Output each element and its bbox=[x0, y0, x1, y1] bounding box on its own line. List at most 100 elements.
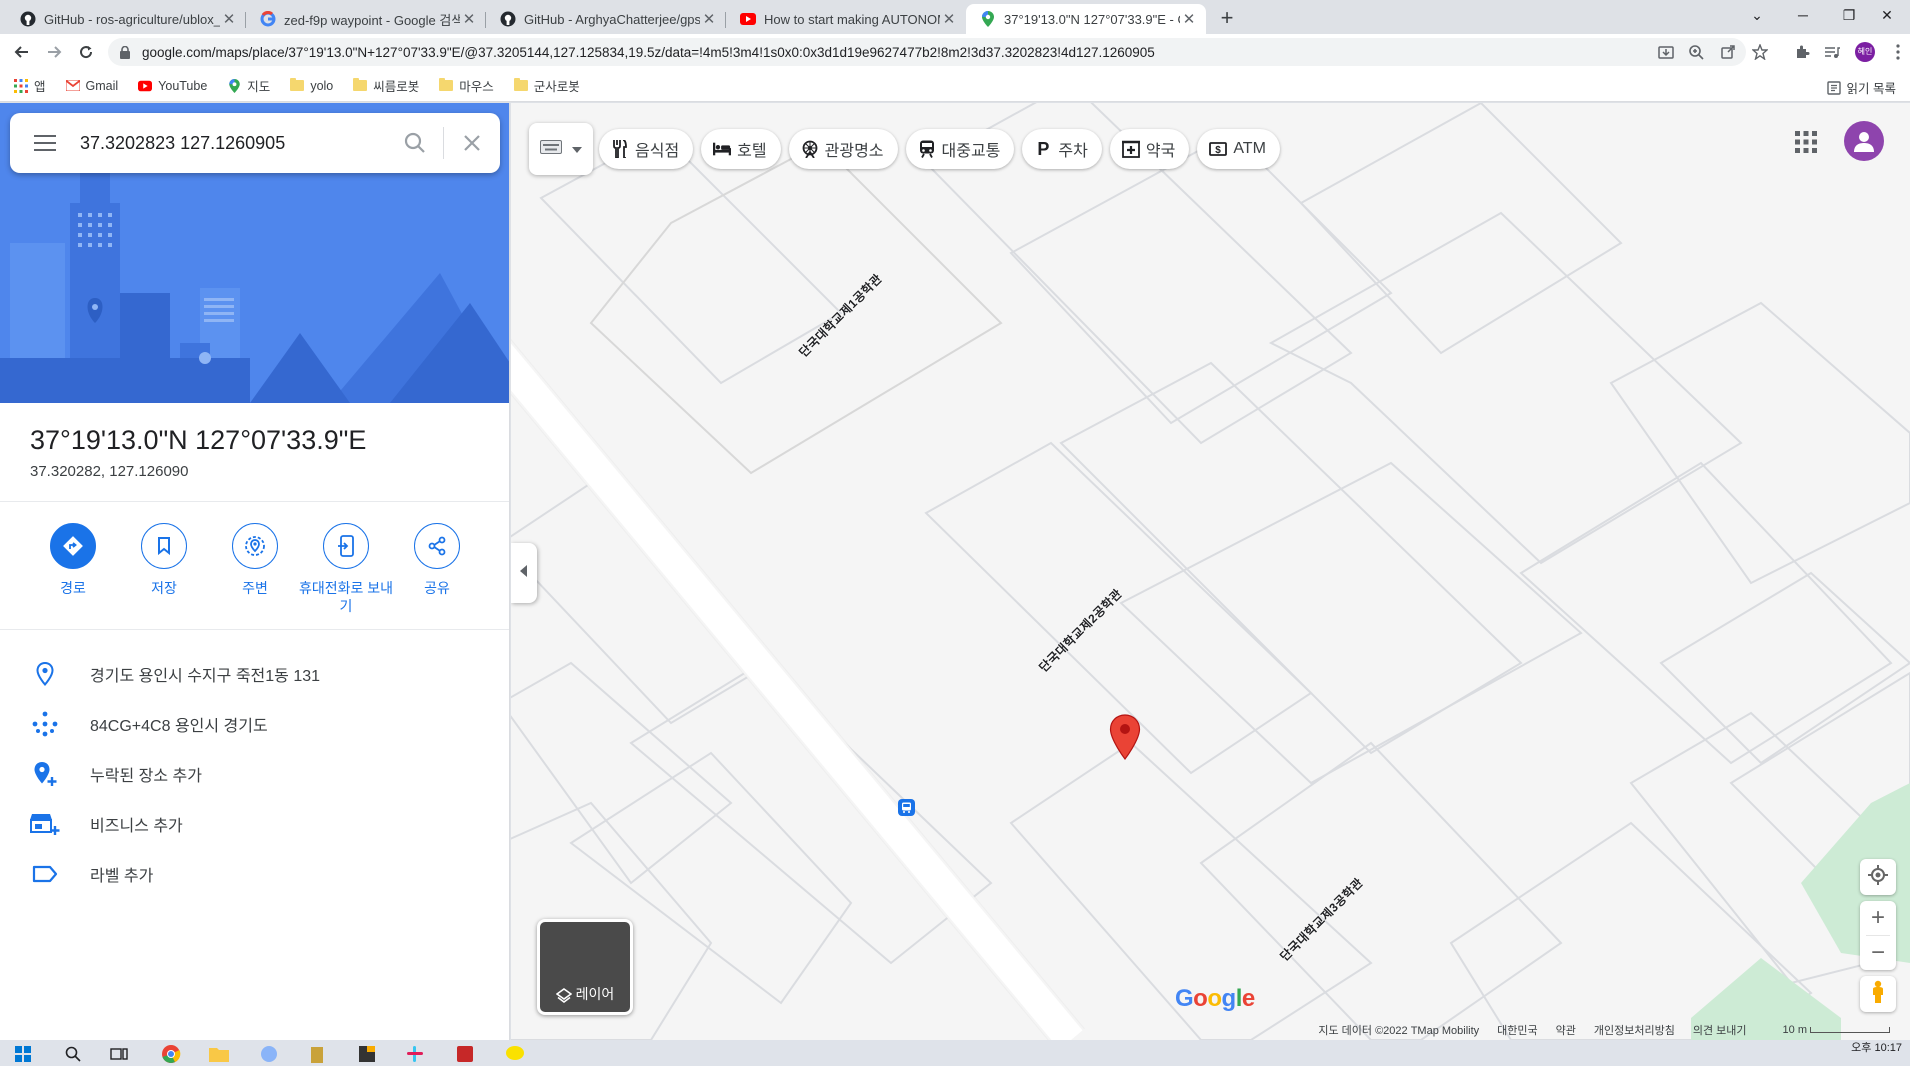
share-button[interactable]: 공유 bbox=[387, 523, 487, 597]
browser-tab-2[interactable]: zed-f9p waypoint - Google 검색 ✕ bbox=[246, 4, 486, 34]
bookmark-folder-mouse[interactable]: 마우스 bbox=[439, 76, 494, 95]
place-sidebar: 37.3202823 127.1260905 37°19'13.0"N 127°… bbox=[0, 103, 510, 1040]
search-taskbar-icon[interactable] bbox=[60, 1042, 86, 1066]
share-page-icon[interactable] bbox=[1718, 42, 1738, 62]
search-box[interactable]: 37.3202823 127.1260905 bbox=[10, 113, 500, 173]
my-location-button[interactable] bbox=[1860, 859, 1896, 895]
tab-title: 37°19'13.0"N 127°07'33.9"E - Go bbox=[1004, 11, 1180, 27]
reading-list-button[interactable]: 읽기 목록 bbox=[1826, 78, 1896, 97]
restaurant-icon bbox=[611, 140, 629, 158]
minimize-button[interactable]: ─ bbox=[1780, 0, 1826, 30]
close-tab-icon[interactable]: ✕ bbox=[940, 10, 958, 28]
label-icon bbox=[0, 865, 90, 883]
chip-pharmacy[interactable]: 약국 bbox=[1109, 129, 1190, 169]
close-tab-icon[interactable]: ✕ bbox=[1180, 10, 1198, 28]
add-business-icon bbox=[0, 812, 90, 836]
chip-parking[interactable]: P 주차 bbox=[1022, 129, 1102, 169]
bookmark-label: yolo bbox=[310, 78, 334, 93]
close-icon[interactable] bbox=[444, 123, 500, 163]
nearby-button[interactable]: 주변 bbox=[205, 523, 305, 597]
send-to-phone-button[interactable]: 휴대전화로 보내기 bbox=[296, 523, 396, 615]
new-tab-button[interactable]: + bbox=[1214, 6, 1240, 32]
browser-tab-3[interactable]: GitHub - ArghyaChatterjee/gps- ✕ bbox=[486, 4, 726, 34]
taskbar-clock[interactable]: 오후 10:17 bbox=[1851, 1042, 1902, 1055]
plus-code-row[interactable]: 84CG+4C8 용인시 경기도 bbox=[0, 699, 509, 749]
action-label: 공유 bbox=[424, 580, 450, 596]
chip-transit[interactable]: 대중교통 bbox=[905, 129, 1015, 169]
chip-hotels[interactable]: 호텔 bbox=[701, 129, 781, 169]
chip-restaurants[interactable]: 음식점 bbox=[599, 129, 694, 169]
kebab-menu-icon[interactable] bbox=[1888, 42, 1908, 62]
reload-button[interactable] bbox=[72, 38, 100, 66]
bookmark-folder-yolo[interactable]: yolo bbox=[290, 78, 334, 93]
terms-link[interactable]: 약관 bbox=[1556, 1022, 1576, 1038]
feedback-link[interactable]: 의견 보내기 bbox=[1693, 1022, 1747, 1038]
address-bar[interactable]: google.com/maps/place/37°19'13.0"N+127°0… bbox=[108, 38, 1746, 66]
bookmark-gmail[interactable]: Gmail bbox=[65, 79, 118, 93]
chip-attractions[interactable]: 관광명소 bbox=[788, 129, 898, 169]
map-canvas[interactable]: 단국대학교제1공학관 단국대학교제2공학관 단국대학교제3공학관 음식점 호텔 … bbox=[511, 103, 1910, 1040]
address-row[interactable]: 경기도 용인시 수지구 죽전1동 131 bbox=[0, 649, 509, 699]
kakaotalk-icon[interactable] bbox=[502, 1042, 528, 1066]
app-icon[interactable] bbox=[354, 1042, 380, 1066]
browser-tab-4[interactable]: How to start making AUTONOMOUS ✕ bbox=[726, 4, 966, 34]
close-tab-icon[interactable]: ✕ bbox=[460, 10, 478, 28]
add-business-row[interactable]: 비즈니스 추가 bbox=[0, 799, 509, 849]
extensions-icon[interactable] bbox=[1792, 42, 1812, 62]
selected-location-pin-icon[interactable] bbox=[1109, 714, 1141, 760]
bookmark-youtube[interactable]: YouTube bbox=[138, 79, 207, 93]
pegman-button[interactable] bbox=[1860, 976, 1896, 1012]
input-tools-button[interactable] bbox=[529, 123, 593, 175]
chip-label: 호텔 bbox=[737, 143, 767, 160]
app-icon[interactable] bbox=[452, 1042, 478, 1066]
bookmark-icon bbox=[141, 523, 187, 569]
back-button[interactable] bbox=[8, 38, 36, 66]
account-avatar[interactable] bbox=[1844, 121, 1884, 161]
parking-icon: P bbox=[1037, 138, 1050, 159]
region-link[interactable]: 대한민국 bbox=[1497, 1022, 1537, 1038]
zoom-out-button[interactable]: − bbox=[1860, 936, 1896, 970]
media-control-icon[interactable] bbox=[1822, 42, 1842, 62]
bookmark-apps[interactable]: 앱 bbox=[14, 76, 46, 95]
search-icon[interactable] bbox=[387, 123, 443, 163]
directions-button[interactable]: 경로 bbox=[23, 523, 123, 597]
browser-tab-1[interactable]: GitHub - ros-agriculture/ublox_f9p ✕ bbox=[6, 4, 246, 34]
place-actions: 경로 저장 주변 휴대전화로 보내기 공유 bbox=[0, 523, 509, 623]
google-apps-icon[interactable] bbox=[1795, 131, 1819, 155]
add-label-row[interactable]: 라벨 추가 bbox=[0, 849, 509, 899]
layers-button[interactable]: 레이어 bbox=[537, 919, 633, 1015]
add-missing-place-row[interactable]: 누락된 장소 추가 bbox=[0, 749, 509, 799]
bookmark-maps[interactable]: 지도 bbox=[227, 76, 270, 95]
scale-indicator[interactable]: 10 m bbox=[1765, 1024, 1890, 1036]
slack-icon[interactable] bbox=[402, 1042, 428, 1066]
bus-stop-icon[interactable] bbox=[898, 799, 915, 816]
collapse-panel-button[interactable] bbox=[511, 543, 537, 603]
save-button[interactable]: 저장 bbox=[114, 523, 214, 597]
chrome-icon[interactable] bbox=[158, 1042, 184, 1066]
tab-search-icon[interactable]: ⌄ bbox=[1734, 0, 1780, 30]
file-explorer-icon[interactable] bbox=[206, 1042, 232, 1066]
bookmark-star-icon[interactable] bbox=[1750, 42, 1770, 62]
forward-button[interactable] bbox=[40, 38, 68, 66]
task-view-icon[interactable] bbox=[106, 1042, 132, 1066]
close-window-button[interactable]: ✕ bbox=[1864, 0, 1910, 30]
bookmark-folder-military[interactable]: 군사로봇 bbox=[513, 76, 580, 95]
keyboard-icon bbox=[540, 139, 562, 159]
app-icon[interactable] bbox=[304, 1042, 330, 1066]
zoom-in-button[interactable]: + bbox=[1860, 901, 1896, 935]
windows-start-icon[interactable] bbox=[10, 1042, 36, 1066]
search-input[interactable]: 37.3202823 127.1260905 bbox=[80, 133, 387, 154]
bookmark-folder-ssireum[interactable]: 씨름로봇 bbox=[353, 76, 419, 95]
close-tab-icon[interactable]: ✕ bbox=[220, 10, 238, 28]
app-icon[interactable] bbox=[256, 1042, 282, 1066]
chip-atm[interactable]: $ ATM bbox=[1197, 129, 1280, 169]
zoom-icon[interactable] bbox=[1686, 42, 1706, 62]
browser-tab-active[interactable]: 37°19'13.0"N 127°07'33.9"E - Go ✕ bbox=[966, 4, 1206, 34]
hamburger-menu-icon[interactable] bbox=[10, 113, 80, 173]
profile-avatar[interactable]: 혜인 bbox=[1855, 42, 1875, 62]
close-tab-icon[interactable]: ✕ bbox=[700, 10, 718, 28]
transit-icon bbox=[918, 140, 936, 158]
privacy-link[interactable]: 개인정보처리방침 bbox=[1594, 1022, 1675, 1038]
add-business-text: 비즈니스 추가 bbox=[90, 818, 183, 835]
install-app-icon[interactable] bbox=[1656, 42, 1676, 62]
